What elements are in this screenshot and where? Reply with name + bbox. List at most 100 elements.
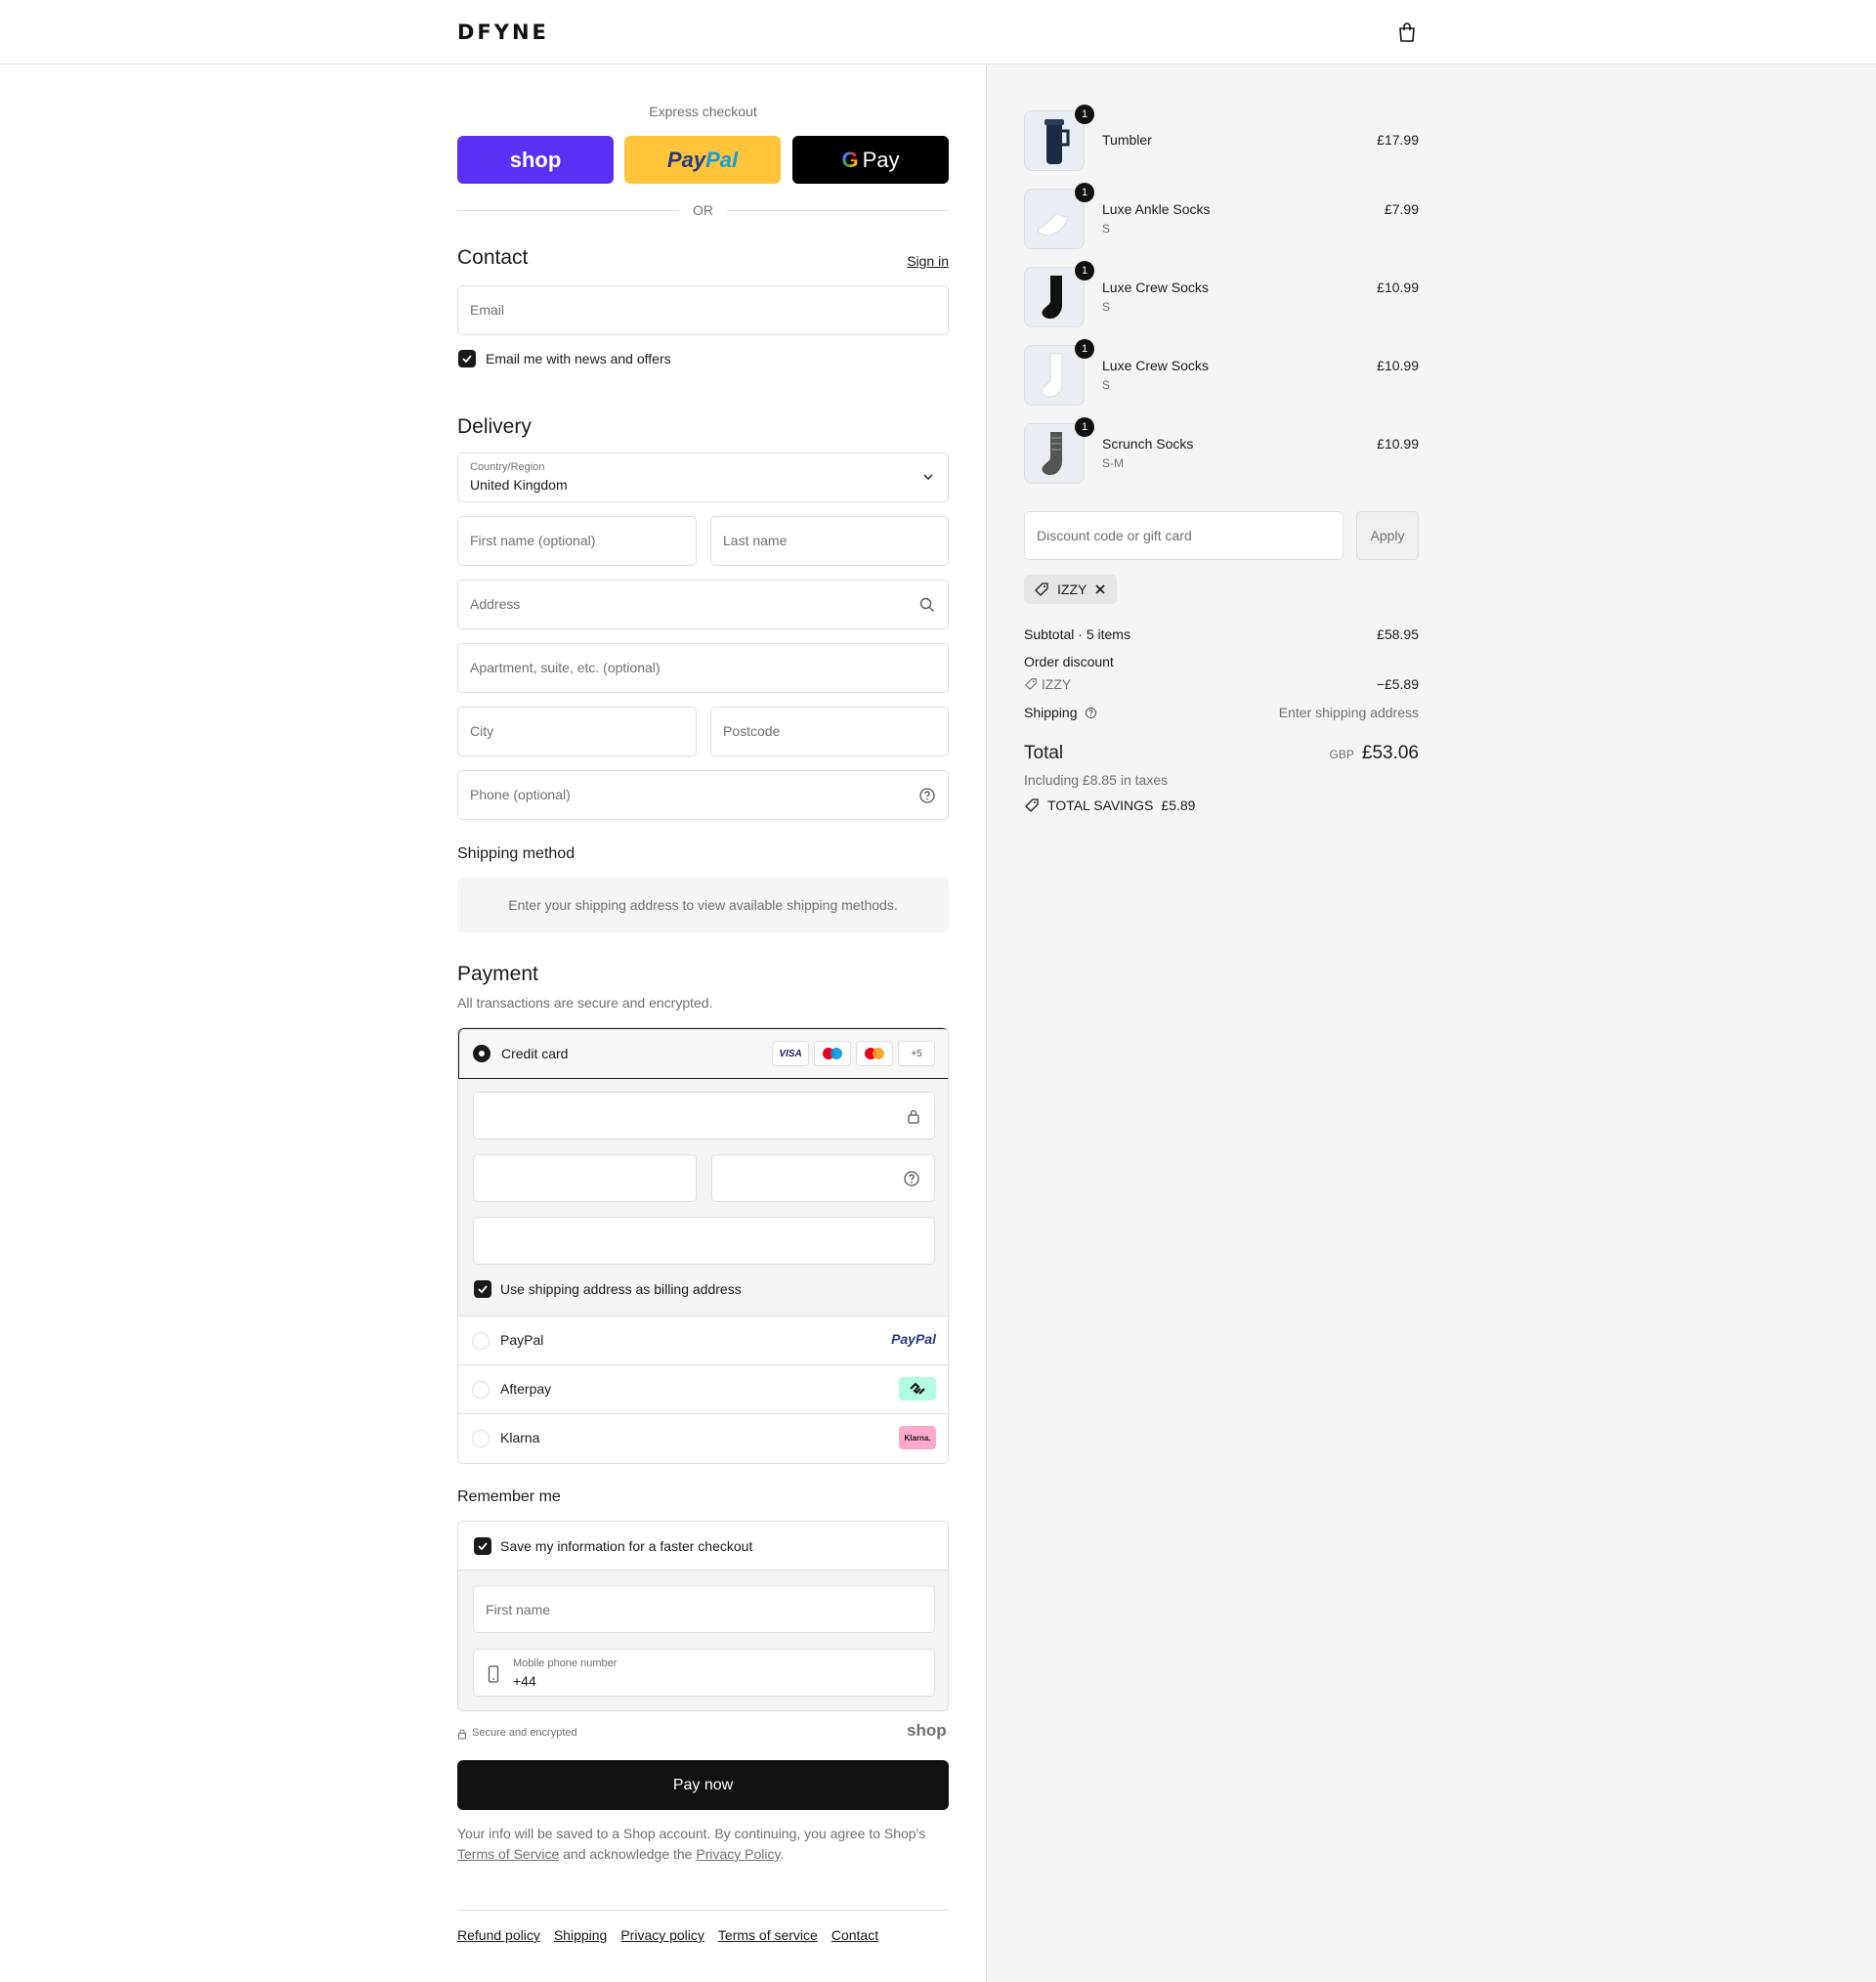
- item-name: Scrunch Socks: [1102, 436, 1194, 452]
- shopping-bag-icon[interactable]: [1397, 22, 1417, 43]
- phone-field[interactable]: Phone (optional): [457, 770, 949, 820]
- line-item: 1 Luxe Ankle Socks S £7.99: [1024, 183, 1419, 249]
- store-logo[interactable]: DFYNE: [457, 22, 549, 43]
- footer-privacy-policy-link[interactable]: Privacy policy: [620, 1927, 704, 1943]
- shipping-label: Shipping: [1024, 705, 1078, 720]
- city-placeholder: City: [470, 723, 494, 739]
- mobile-phone-value: +44: [513, 1673, 536, 1689]
- klarna-option[interactable]: Klarna Klarna.: [458, 1414, 948, 1463]
- help-circle-icon[interactable]: [918, 787, 936, 804]
- name-on-card-field[interactable]: [473, 1217, 935, 1265]
- remember-first-name-placeholder: First name: [486, 1602, 551, 1617]
- help-circle-icon[interactable]: [1085, 707, 1097, 719]
- legal-text-2: and acknowledge the: [563, 1846, 693, 1862]
- news-checkbox[interactable]: [458, 350, 476, 367]
- lock-icon: [457, 1729, 467, 1740]
- apply-discount-button[interactable]: Apply: [1356, 511, 1419, 560]
- klarna-option-label: Klarna: [500, 1430, 540, 1445]
- save-info-checkbox[interactable]: [474, 1537, 491, 1555]
- applied-discount-chip: IZZY: [1024, 575, 1117, 604]
- sign-in-link[interactable]: Sign in: [907, 253, 949, 269]
- legal-text-1: Your info will be saved to a Shop accoun…: [457, 1826, 926, 1841]
- country-select[interactable]: Country/Region United Kingdom: [457, 452, 949, 502]
- subtotal-value: £58.95: [1377, 626, 1419, 642]
- taxes-row: Including £8.85 in taxes: [1024, 772, 1419, 788]
- city-field[interactable]: City: [457, 707, 697, 756]
- item-name: Luxe Ankle Socks: [1102, 201, 1211, 217]
- header: DFYNE: [0, 0, 1876, 65]
- footer-terms-link[interactable]: Terms of service: [718, 1927, 818, 1943]
- footer-shipping-link[interactable]: Shipping: [554, 1927, 608, 1943]
- close-icon[interactable]: [1094, 583, 1106, 595]
- credit-card-radio[interactable]: [473, 1045, 490, 1062]
- mobile-phone-field[interactable]: Mobile phone number +44: [473, 1649, 935, 1697]
- quantity-badge: 1: [1075, 261, 1094, 280]
- discount-code-row: IZZY −£5.89: [1024, 676, 1419, 692]
- paypal-label-dark: Pay: [666, 147, 706, 172]
- item-variant: S: [1102, 300, 1111, 314]
- last-name-field[interactable]: Last name: [710, 516, 949, 566]
- quantity-badge: 1: [1075, 417, 1094, 437]
- item-price: £10.99: [1377, 358, 1419, 373]
- taxes-label: Including £8.85 in taxes: [1024, 772, 1169, 788]
- expiry-field[interactable]: [473, 1154, 697, 1202]
- terms-of-service-link[interactable]: Terms of Service: [457, 1846, 559, 1862]
- subtotal-label: Subtotal · 5 items: [1024, 626, 1130, 642]
- paypal-button[interactable]: Pay Pal: [624, 136, 781, 184]
- order-discount-row: Order discount: [1024, 654, 1419, 669]
- footer-links: Refund policy Shipping Privacy policy Te…: [457, 1927, 878, 1943]
- shop-pay-button[interactable]: shop: [457, 136, 614, 184]
- billing-checkbox[interactable]: [474, 1280, 491, 1298]
- total-savings-label: TOTAL SAVINGS: [1047, 797, 1154, 813]
- paypal-option[interactable]: PayPal PayPal: [458, 1316, 948, 1365]
- shipping-row: Shipping Enter shipping address: [1024, 705, 1419, 720]
- footer-refund-policy-link[interactable]: Refund policy: [457, 1927, 540, 1943]
- remember-me-box: Save my information for a faster checkou…: [457, 1521, 949, 1711]
- help-circle-icon[interactable]: [903, 1170, 920, 1187]
- pay-now-button[interactable]: Pay now: [457, 1760, 949, 1810]
- apartment-placeholder: Apartment, suite, etc. (optional): [470, 660, 661, 675]
- email-placeholder: Email: [470, 302, 505, 318]
- privacy-policy-link[interactable]: Privacy Policy: [696, 1846, 780, 1862]
- save-info-label: Save my information for a faster checkou…: [500, 1538, 753, 1554]
- credit-card-option[interactable]: Credit card VISA +5: [458, 1028, 948, 1079]
- save-info-row[interactable]: Save my information for a faster checkou…: [458, 1522, 948, 1571]
- currency-code: GBP: [1329, 748, 1354, 761]
- total-savings-row: TOTAL SAVINGS £5.89: [1024, 797, 1419, 813]
- google-pay-button[interactable]: G Pay: [792, 136, 949, 184]
- subtotal-row: Subtotal · 5 items £58.95: [1024, 626, 1419, 642]
- afterpay-radio[interactable]: [472, 1381, 490, 1399]
- afterpay-option-label: Afterpay: [500, 1381, 552, 1397]
- payment-methods: Credit card VISA +5 Use shipping address…: [457, 1027, 949, 1464]
- line-item: 1 Luxe Crew Socks S £10.99: [1024, 339, 1419, 406]
- item-name: Tumbler: [1102, 132, 1152, 148]
- secure-encrypted-label: Secure and encrypted: [472, 1727, 577, 1739]
- klarna-radio[interactable]: [472, 1430, 490, 1447]
- discount-code-label: IZZY: [1041, 676, 1072, 692]
- email-field[interactable]: Email: [457, 285, 949, 335]
- item-price: £10.99: [1377, 280, 1419, 295]
- footer-contact-link[interactable]: Contact: [831, 1927, 878, 1943]
- address-field[interactable]: Address: [457, 580, 949, 629]
- shipping-value: Enter shipping address: [1278, 705, 1419, 720]
- or-label: OR: [693, 202, 713, 218]
- tag-icon: [1025, 678, 1037, 690]
- google-g-icon: G: [841, 147, 859, 172]
- first-name-field[interactable]: First name (optional): [457, 516, 697, 566]
- klarna-logo: Klarna.: [899, 1426, 936, 1449]
- apartment-field[interactable]: Apartment, suite, etc. (optional): [457, 643, 949, 693]
- card-number-field[interactable]: [473, 1092, 935, 1140]
- afterpay-option[interactable]: Afterpay: [458, 1365, 948, 1414]
- postcode-field[interactable]: Postcode: [710, 707, 949, 756]
- paypal-option-label: PayPal: [500, 1332, 544, 1348]
- line-item: 1 Luxe Crew Socks S £10.99: [1024, 261, 1419, 327]
- legal-text-3: .: [780, 1846, 785, 1862]
- mastercard-logo: [856, 1041, 893, 1066]
- security-code-field[interactable]: [711, 1154, 935, 1202]
- remember-first-name-field[interactable]: First name: [473, 1585, 935, 1633]
- paypal-radio[interactable]: [472, 1332, 490, 1350]
- paypal-logo: PayPal: [891, 1331, 936, 1347]
- line-item: 1 Scrunch Socks S-M £10.99: [1024, 417, 1419, 484]
- postcode-placeholder: Postcode: [723, 723, 781, 739]
- discount-code-field[interactable]: Discount code or gift card: [1024, 511, 1343, 560]
